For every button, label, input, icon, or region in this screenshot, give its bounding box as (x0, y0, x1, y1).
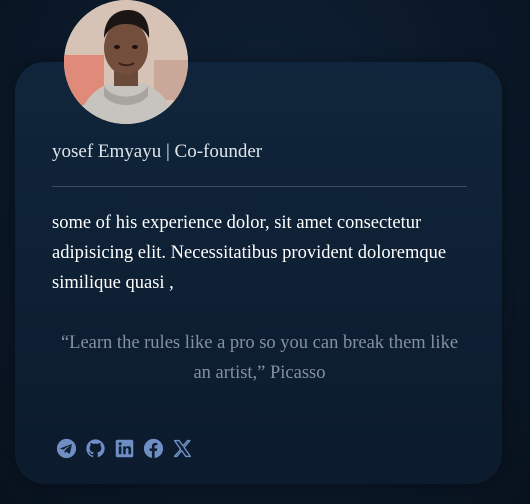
profile-quote: “Learn the rules like a pro so you can b… (60, 333, 459, 383)
github-icon[interactable] (85, 438, 106, 459)
facebook-icon[interactable] (143, 438, 164, 459)
x-icon[interactable] (172, 438, 193, 459)
telegram-icon[interactable] (56, 438, 77, 459)
profile-name-title: yosef Emyayu | Co-founder (52, 141, 263, 162)
linkedin-icon[interactable] (114, 438, 135, 459)
avatar (64, 0, 188, 124)
profile-bio: some of his experience dolor, sit amet c… (52, 213, 447, 293)
divider (52, 186, 467, 187)
social-links (56, 438, 193, 459)
